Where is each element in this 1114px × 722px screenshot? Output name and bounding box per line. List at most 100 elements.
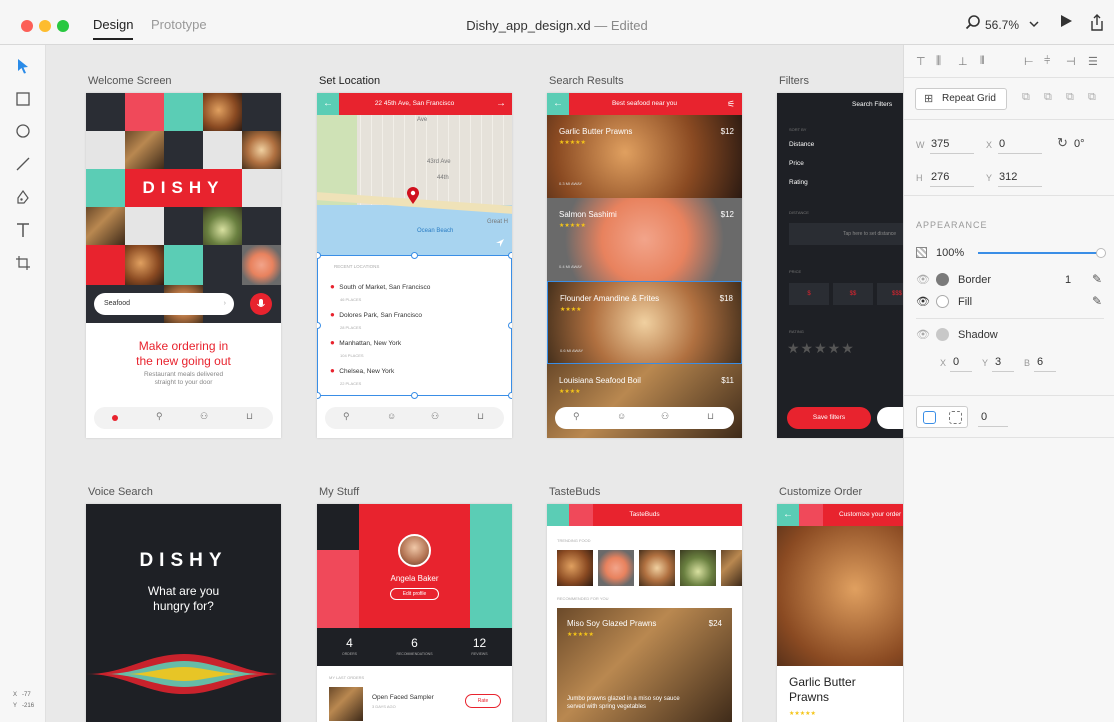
save-filters-button[interactable]: Save filters <box>787 407 871 429</box>
individual-radius-icon[interactable] <box>949 411 962 424</box>
people-icon[interactable]: ⚇ <box>661 411 669 422</box>
trending-thumbnail[interactable] <box>680 550 716 586</box>
location-item[interactable]: ● Manhattan, New York 104 PLACES <box>330 332 401 358</box>
artboard-label-search-results[interactable]: Search Results <box>549 75 624 87</box>
text-tool-icon[interactable] <box>15 222 31 238</box>
shadow-y-input[interactable]: 3 <box>995 356 1001 368</box>
border-eyedropper-icon[interactable]: ✎ <box>1092 272 1102 286</box>
edit-profile-button[interactable]: Edit profile <box>390 588 439 600</box>
zoom-level[interactable]: 56.7% <box>985 18 1019 32</box>
result-card[interactable]: Garlic Butter Prawns $12 ★★★★★ 0.3 MI AW… <box>547 115 742 198</box>
welcome-search-field[interactable]: Seafood › <box>94 293 234 315</box>
shadow-color-swatch[interactable] <box>936 328 949 341</box>
fill-eyedropper-icon[interactable]: ✎ <box>1092 294 1102 308</box>
artboard-label-tastebuds[interactable]: TasteBuds <box>549 486 600 498</box>
back-arrow-icon[interactable]: ← <box>547 93 569 115</box>
selection-handle[interactable] <box>317 392 321 399</box>
selection-handle[interactable] <box>508 392 512 399</box>
border-width-input[interactable]: 1 <box>1065 274 1071 286</box>
share-icon[interactable] <box>1087 14 1107 34</box>
artboard-welcome[interactable]: DISHY Seafood › Make ordering in the new <box>86 93 281 438</box>
rate-button[interactable]: Rate <box>465 694 501 708</box>
trending-thumbnail[interactable] <box>721 550 742 586</box>
design-canvas[interactable]: Welcome Screen DISHY Seafood › Make orde… <box>46 45 903 722</box>
align-top-icon[interactable]: ⊤ <box>916 55 926 68</box>
sort-option-price[interactable]: Price <box>789 160 804 167</box>
rating-stars[interactable]: ★★★★★ <box>787 340 855 357</box>
search-icon[interactable]: ⚲ <box>573 411 580 422</box>
sort-option-distance[interactable]: Distance <box>789 141 814 148</box>
microphone-button[interactable] <box>250 293 272 315</box>
height-input[interactable]: 276 <box>931 171 949 183</box>
distribute-vertical-icon[interactable]: ⫴ <box>980 55 985 68</box>
price-option[interactable]: $$$ <box>877 283 903 305</box>
border-visibility-eye-icon[interactable]: 👁 <box>916 273 930 286</box>
trending-thumbnail[interactable] <box>557 550 593 586</box>
align-right-icon[interactable]: ⊣ <box>1066 55 1076 68</box>
profile-icon[interactable]: ☺ <box>617 411 626 421</box>
recommended-card[interactable]: Miso Soy Glazed Prawns $24 ★★★★★ Jumbo p… <box>557 608 732 722</box>
trending-thumbnail[interactable] <box>639 550 675 586</box>
align-left-icon[interactable]: ⊢ <box>1024 55 1034 68</box>
people-icon[interactable]: ⚇ <box>431 411 439 422</box>
selection-handle[interactable] <box>508 252 512 259</box>
artboard-label-my-stuff[interactable]: My Stuff <box>319 486 359 498</box>
filter-icon[interactable]: ⚟ <box>720 93 742 115</box>
artboard-my-stuff[interactable]: Angela Baker Edit profile 4 ORDERS 6 REC… <box>317 504 512 722</box>
align-middle-icon[interactable]: ⫼ <box>936 55 941 68</box>
corner-radius-toggle[interactable] <box>916 406 968 428</box>
line-tool-icon[interactable] <box>15 156 31 172</box>
profile-icon[interactable]: ⚲ <box>156 411 163 422</box>
sort-option-rating[interactable]: Rating <box>789 179 808 186</box>
stat-reviews[interactable]: 12 REVIEWS <box>447 636 512 656</box>
width-input[interactable]: 375 <box>931 138 949 150</box>
selection-handle[interactable] <box>508 322 512 329</box>
select-tool-icon[interactable] <box>15 58 31 74</box>
y-input[interactable]: 312 <box>999 171 1017 183</box>
result-card[interactable]: Salmon Sashimi $12 ★★★★★ 0.4 MI AWAY <box>547 198 742 281</box>
opacity-slider-handle[interactable] <box>1096 248 1106 258</box>
boolean-subtract-icon[interactable]: ⧉ <box>1044 91 1052 104</box>
price-option[interactable]: $ <box>789 283 829 305</box>
stat-orders[interactable]: 4 ORDERS <box>317 636 382 656</box>
boolean-intersect-icon[interactable]: ⧉ <box>1066 91 1074 104</box>
clear-filters-button[interactable] <box>877 407 903 429</box>
artboard-label-set-location[interactable]: Set Location <box>319 75 380 87</box>
back-arrow-icon[interactable]: ← <box>777 504 799 526</box>
boolean-exclude-icon[interactable]: ⧉ <box>1088 91 1096 104</box>
rotation-input[interactable]: 0° <box>1074 138 1085 150</box>
artboard-search-results[interactable]: ← Best seafood near you ⚟ Garlic Butter … <box>547 93 742 438</box>
distribute-horizontal-icon[interactable]: ☰ <box>1088 55 1098 68</box>
artboard-tool-icon[interactable] <box>15 255 31 271</box>
artboard-label-welcome[interactable]: Welcome Screen <box>88 75 172 87</box>
ellipse-tool-icon[interactable] <box>15 123 31 139</box>
artboard-tastebuds[interactable]: TasteBuds TRENDING FOOD RECOMMENDED FOR … <box>547 504 742 722</box>
back-arrow-icon[interactable]: ← <box>317 93 339 115</box>
fill-color-swatch[interactable] <box>936 295 949 308</box>
shadow-blur-input[interactable]: 6 <box>1037 356 1043 368</box>
selection-handle[interactable] <box>411 252 418 259</box>
search-icon[interactable]: ⚲ <box>343 411 350 422</box>
pen-tool-icon[interactable] <box>15 189 31 205</box>
cart-icon[interactable]: ⊔ <box>246 411 253 422</box>
uniform-radius-icon[interactable] <box>923 411 936 424</box>
fill-visibility-eye-icon[interactable]: 👁 <box>916 295 930 308</box>
trending-thumbnail[interactable] <box>598 550 634 586</box>
selection-handle[interactable] <box>317 252 321 259</box>
result-card[interactable]: Flounder Amandine & Frites $18 ★★★★ 0.6 … <box>547 281 742 364</box>
opacity-value[interactable]: 100% <box>936 247 964 259</box>
home-dot-icon[interactable] <box>112 415 118 421</box>
distance-input[interactable]: Tap here to set distance <box>789 223 903 245</box>
opacity-slider[interactable] <box>978 248 1106 258</box>
corner-radius-input[interactable]: 0 <box>981 411 987 423</box>
align-bottom-icon[interactable]: ⊥ <box>958 55 968 68</box>
repeat-grid-button[interactable]: ⊞ Repeat Grid <box>915 88 1007 110</box>
price-option[interactable]: $$ <box>833 283 873 305</box>
zoom-search-icon[interactable] <box>963 14 983 34</box>
border-color-swatch[interactable] <box>936 273 949 286</box>
avatar[interactable] <box>398 534 431 567</box>
artboard-voice-search[interactable]: DISHY What are you hungry for? <box>86 504 281 722</box>
stat-recommendations[interactable]: 6 RECOMMENDATIONS <box>382 636 447 656</box>
cart-icon[interactable]: ⊔ <box>477 411 484 422</box>
selection-handle[interactable] <box>317 322 321 329</box>
